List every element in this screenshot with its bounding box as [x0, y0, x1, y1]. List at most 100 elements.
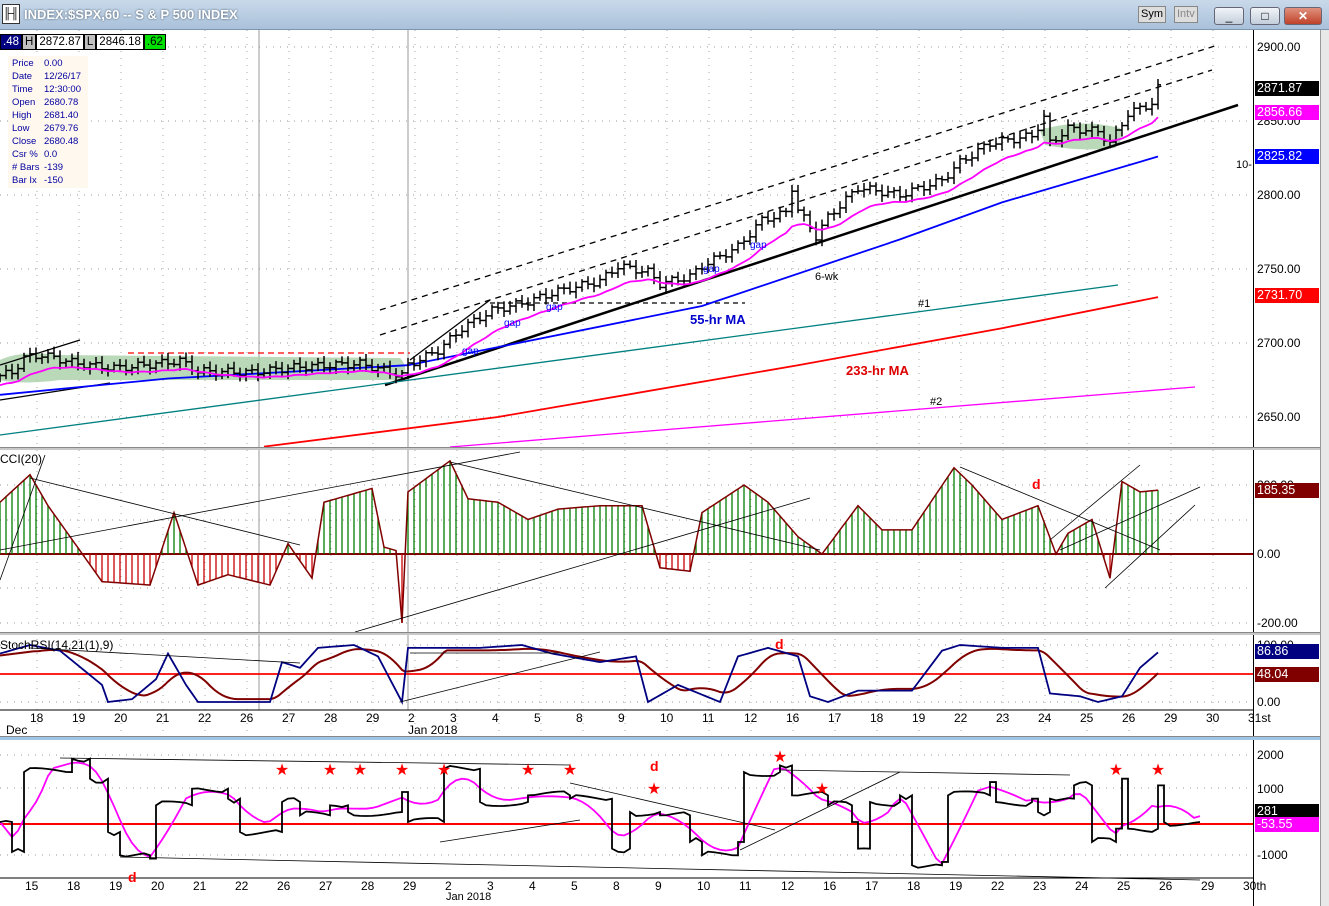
trendline: [449, 386, 1196, 448]
maximize-button[interactable]: □: [1250, 7, 1280, 25]
month-label: Dec: [6, 723, 28, 737]
gap-annotation: gap: [546, 302, 563, 313]
info-value: -139: [44, 162, 64, 173]
close-button[interactable]: ✕: [1284, 7, 1322, 25]
date-axis-tick: 27: [319, 879, 333, 893]
date-axis-tick: 19: [912, 711, 926, 725]
trendline-1-annotation: #1: [918, 298, 931, 310]
date-axis-tick: 23: [1033, 879, 1047, 893]
info-label: Date: [12, 71, 33, 82]
last-price-label: 2871.87: [1255, 81, 1319, 96]
date-axis-tick: 5: [534, 711, 541, 725]
date-axis-tick: 18: [67, 879, 81, 893]
info-value: 2680.48: [44, 136, 79, 147]
date-axis-tick: 22: [235, 879, 249, 893]
quote-last: .48: [0, 34, 22, 50]
cci-trendline: [1104, 504, 1196, 589]
date-axis-tick: 27: [282, 711, 296, 725]
info-row: Open 2680.78: [12, 96, 84, 109]
date-axis-tick: 22: [954, 711, 968, 725]
date-axis-tick: 26: [277, 879, 291, 893]
gap-annotation: gap: [750, 240, 767, 251]
six-week-annotation: 6-wk: [815, 271, 839, 283]
info-row: Time 12:30:00: [12, 83, 84, 96]
info-row: Bar Ix -150: [12, 174, 84, 187]
divergence-annotation: d: [775, 636, 784, 652]
gap-annotation: gap: [504, 318, 521, 329]
date-axis-tick: 19: [949, 879, 963, 893]
date-axis-tick: 24: [1038, 711, 1052, 725]
info-row: Csr % 0.0: [12, 148, 84, 161]
ma-short-line: [0, 116, 1159, 386]
ma55-annotation: 55-hr MA: [690, 312, 746, 327]
date-axis-tick: 12: [744, 711, 758, 725]
trendline: [379, 69, 1213, 336]
cci-axis-tick: 0.00: [1257, 547, 1281, 561]
breadth-axis-tick: 1000: [1257, 781, 1284, 796]
info-row: Price 0.00: [12, 57, 84, 70]
date-axis-tick: 31st: [1248, 711, 1271, 725]
date-axis-tick: 11: [702, 711, 715, 725]
panel-divider[interactable]: [0, 447, 1320, 450]
quote-strip: .48 H 2872.87 L 2846.18 .62: [0, 34, 166, 50]
info-value: 2680.78: [44, 97, 79, 108]
star-marker: ★: [437, 762, 451, 779]
panel-divider[interactable]: [0, 632, 1320, 635]
info-label: # Bars: [12, 162, 40, 173]
stoch-trendline: [399, 651, 601, 703]
date-axis-tick: 9: [618, 711, 625, 725]
date-axis-tick: 18: [907, 879, 921, 893]
ma55-value-label: 2825.82: [1255, 149, 1319, 164]
breadth-axis-tick: -1000: [1257, 848, 1288, 863]
date-axis-tick: 26: [1122, 711, 1136, 725]
star-marker: ★: [1151, 762, 1165, 779]
info-value: -150: [44, 175, 64, 186]
info-row: Close 2680.48: [12, 135, 84, 148]
date-axis-tick: 30: [1206, 711, 1220, 725]
info-row: # Bars -139: [12, 161, 84, 174]
ma233-value-label: 2731.70: [1255, 288, 1319, 303]
info-value: 2679.76: [44, 123, 79, 134]
info-label: Bar Ix: [12, 175, 37, 186]
info-label: Close: [12, 136, 37, 147]
info-value: 12:30:00: [44, 84, 81, 95]
month-label: Jan 2018: [446, 891, 492, 903]
info-value: 0.00: [44, 58, 63, 69]
ma233-annotation: 233-hr MA: [846, 363, 909, 378]
price-axis-line: [1253, 30, 1254, 906]
star-marker: ★: [773, 749, 787, 766]
breadth-axis-tick: 2000: [1257, 748, 1284, 763]
date-axis-tick: 26: [1159, 879, 1173, 893]
window-divider[interactable]: [0, 736, 1320, 740]
star-marker: ★: [563, 762, 577, 779]
trendline: [379, 44, 1219, 311]
breadth-trendline: [59, 757, 571, 766]
breadth-trendline: [779, 769, 1071, 776]
month-label: Jan 2018: [408, 723, 458, 737]
breadth-average-value-label: -53.55: [1255, 817, 1319, 832]
chart-plot-area[interactable]: ★ ★ ★ ★ ★ ★ ★ ★ ★ ★ ★ ★: [0, 0, 1253, 906]
quote-high: 2872.87: [36, 34, 84, 50]
high-label: H: [22, 34, 37, 50]
price-axis-tick: 2900.00: [1257, 40, 1301, 54]
info-label: High: [12, 110, 32, 121]
date-axis-tick: 8: [613, 879, 620, 893]
date-axis-tick: 26: [240, 711, 254, 725]
cci-trendline: [0, 454, 46, 581]
ten-week-annotation: 10-: [1236, 159, 1252, 171]
star-marker: ★: [521, 762, 535, 779]
star-marker: ★: [1109, 762, 1123, 779]
info-label: Open: [12, 97, 36, 108]
star-marker: ★: [647, 781, 661, 798]
price-axis-tick: 2800.00: [1257, 188, 1301, 202]
star-marker: ★: [815, 781, 829, 798]
date-axis-tick: 15: [25, 879, 39, 893]
date-axis-tick: 28: [324, 711, 338, 725]
date-axis-tick: 21: [193, 879, 207, 893]
date-axis-tick: 20: [151, 879, 165, 893]
date-axis-tick: 17: [865, 879, 879, 893]
cci-trendline: [1059, 486, 1201, 551]
date-axis-tick: 19: [72, 711, 86, 725]
date-axis-tick: 25: [1117, 879, 1131, 893]
stoch-k-value-label: 86.86: [1255, 644, 1319, 659]
